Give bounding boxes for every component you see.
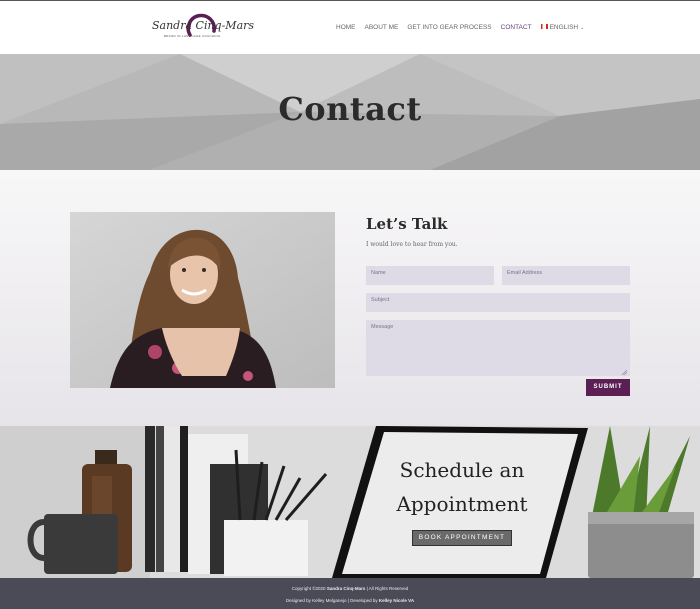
language-label: ENGLISH <box>549 24 579 31</box>
copyright-suffix: | All Rights Reserved <box>366 586 409 591</box>
name-input[interactable]: Name <box>366 266 494 285</box>
appointment-section: Schedule an Appointment BOOK APPOINTMENT <box>0 426 700 578</box>
appointment-heading: Schedule an Appointment <box>392 453 532 521</box>
main-nav: HOME ABOUT ME GET INTO GEAR PROCESS CONT… <box>336 23 593 31</box>
developer-link[interactable]: Kelley Nicole VA <box>379 598 414 603</box>
contact-heading: Let’s Talk <box>366 215 448 233</box>
nav-about-me[interactable]: ABOUT ME <box>365 24 399 31</box>
nav-home[interactable]: HOME <box>336 24 356 31</box>
message-textarea[interactable]: Message <box>366 320 630 376</box>
appointment-heading-line2: Appointment <box>396 492 528 516</box>
desk-background-image <box>0 426 700 578</box>
submit-button[interactable]: SUBMIT <box>586 379 630 396</box>
contact-section: Let’s Talk I would love to hear from you… <box>0 170 700 426</box>
appointment-heading-line1: Schedule an <box>399 458 525 482</box>
site-header: Sandra Cinq-Mars BRAND IN LANGUAGE COACH… <box>0 1 700 54</box>
site-footer: Copyright ©2020 Sandra Cinq-Mars | All R… <box>0 578 700 609</box>
copyright-owner-link[interactable]: Sandra Cinq-Mars <box>327 586 366 591</box>
logo-tagline: BRAND IN LANGUAGE COACHING <box>164 34 221 38</box>
resize-handle-icon[interactable] <box>622 370 627 375</box>
profile-photo <box>70 212 335 388</box>
site-logo[interactable]: Sandra Cinq-Mars BRAND IN LANGUAGE COACH… <box>150 7 254 45</box>
subject-input[interactable]: Subject <box>366 293 630 312</box>
canada-flag-icon <box>540 23 548 29</box>
chevron-down-icon: ⌄ <box>580 25 585 31</box>
page-title: Contact <box>278 90 422 128</box>
copyright-line: Copyright ©2020 Sandra Cinq-Mars | All R… <box>0 586 700 591</box>
language-switcher[interactable]: ENGLISH ⌄ <box>540 23 585 31</box>
logo-script-text: Sandra Cinq-Mars <box>152 19 255 32</box>
hero-banner: Contact <box>0 54 700 170</box>
copyright-prefix: Copyright ©2020 <box>291 586 326 591</box>
nav-get-into-gear-process[interactable]: GET INTO GEAR PROCESS <box>407 24 491 31</box>
portrait-image <box>70 212 335 388</box>
contact-subheading: I would love to hear from you. <box>366 241 458 248</box>
designed-by-text: Designed by Kelley Melganejo | Developed… <box>285 598 378 603</box>
book-appointment-button[interactable]: BOOK APPOINTMENT <box>412 530 512 546</box>
nav-contact[interactable]: CONTACT <box>501 24 532 31</box>
email-input[interactable]: Email Address <box>502 266 630 285</box>
credits-line: Designed by Kelley Melganejo | Developed… <box>0 598 700 603</box>
